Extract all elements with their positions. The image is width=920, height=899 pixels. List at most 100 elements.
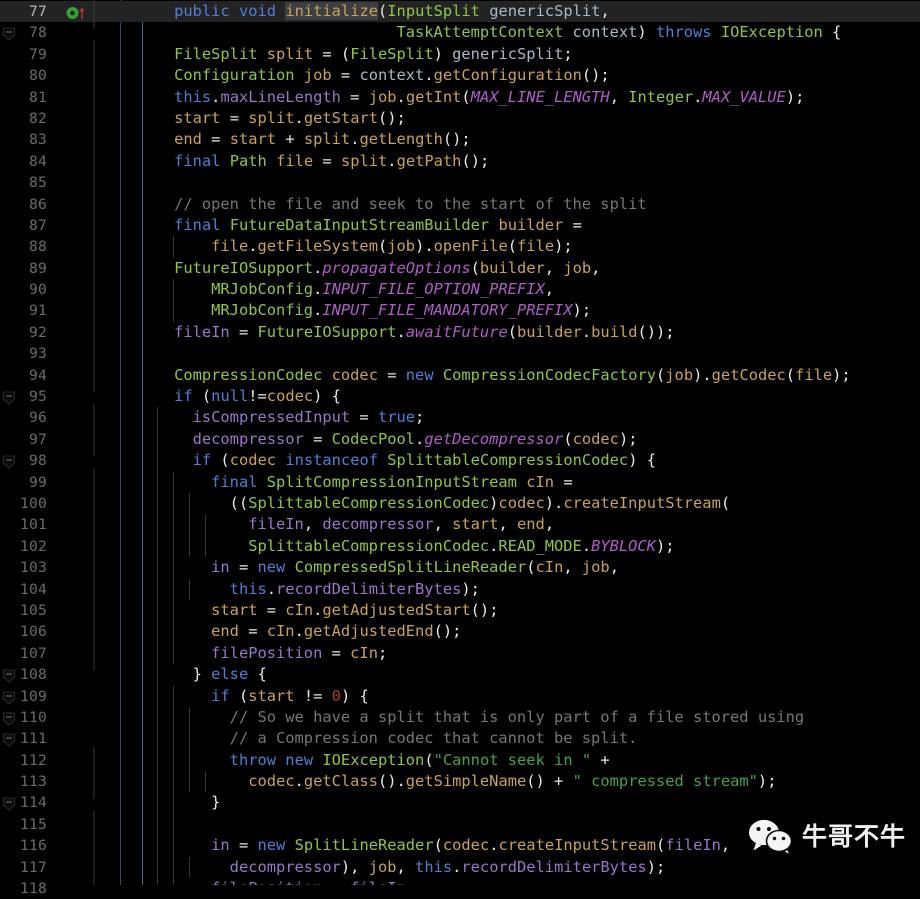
gutter-line[interactable]: 80 — [0, 65, 120, 86]
code-editor[interactable]: 77 78 79 80 81 82 83 84 85 86 87 88 89 90 91 92 93 94 95 96… — [0, 0, 920, 897]
code-line[interactable]: fileIn = FutureIOSupport.awaitFuture(bui… — [120, 321, 920, 344]
code-line[interactable] — [120, 813, 920, 836]
gutter-line[interactable]: 116 — [0, 835, 120, 856]
code-line[interactable]: start = split.getStart(); — [120, 107, 920, 130]
code-line[interactable]: public void initialize(InputSplit generi… — [120, 1, 920, 23]
gutter-line[interactable]: 96 — [0, 407, 120, 428]
gutter-line[interactable]: 83 — [0, 129, 120, 150]
fold-marker[interactable] — [0, 686, 18, 707]
fold-marker[interactable] — [0, 664, 18, 685]
code-line[interactable]: // open the file and seek to the start o… — [120, 193, 920, 215]
code-line[interactable]: final SplitCompressionInputStream cIn = — [120, 471, 920, 493]
code-area[interactable]: public void initialize(InputSplit generi… — [120, 0, 920, 885]
gutter-line[interactable]: 82 — [0, 108, 120, 129]
code-line[interactable]: MRJobConfig.INPUT_FILE_OPTION_PREFIX, — [120, 279, 920, 301]
gutter-line[interactable]: 77 — [0, 1, 120, 23]
code-line[interactable]: ((SplittableCompressionCodec)codec).crea… — [120, 492, 920, 515]
fold-marker[interactable] — [0, 728, 18, 749]
gutter-line[interactable]: 107 — [0, 643, 120, 664]
gutter-line[interactable]: 87 — [0, 215, 120, 236]
gutter-line[interactable]: 91 — [0, 300, 120, 321]
gutter-line[interactable]: 102 — [0, 536, 120, 557]
code-token: = — [229, 836, 258, 855]
code-line[interactable]: final FutureDataInputStreamBuilder build… — [120, 214, 920, 237]
gutter-line[interactable]: 100 — [0, 493, 120, 514]
gutter-line[interactable]: 81 — [0, 87, 120, 108]
code-line[interactable]: FutureIOSupport.propagateOptions(builder… — [120, 257, 920, 280]
gutter-line[interactable]: 88 — [0, 236, 120, 257]
code-line[interactable]: } — [120, 792, 920, 814]
gutter-line[interactable]: 106 — [0, 621, 120, 642]
gutter-line[interactable]: 98 — [0, 450, 120, 471]
fold-marker[interactable] — [0, 707, 18, 728]
gutter-line[interactable]: 111 — [0, 728, 120, 749]
code-token: cIn — [285, 600, 314, 619]
gutter-line[interactable]: 99 — [0, 472, 120, 493]
gutter-line[interactable]: 86 — [0, 194, 120, 215]
code-line[interactable]: FileSplit split = (FileSplit) genericSpl… — [120, 43, 920, 66]
gutter-line[interactable]: 115 — [0, 814, 120, 835]
code-line[interactable]: TaskAttemptContext context) throws IOExc… — [120, 22, 920, 44]
code-line[interactable]: // a Compression codec that cannot be sp… — [120, 728, 920, 750]
gutter-line[interactable]: 93 — [0, 343, 120, 364]
code-line[interactable]: in = new SplitLineReader(codec.createInp… — [120, 835, 920, 857]
code-line[interactable]: MRJobConfig.INPUT_FILE_MANDATORY_PREFIX)… — [120, 300, 920, 322]
gutter-line[interactable]: 101 — [0, 514, 120, 535]
gutter-line[interactable]: 114 — [0, 792, 120, 813]
gutter-line[interactable]: 103 — [0, 557, 120, 578]
code-line[interactable]: decompressor = CodecPool.getDecompressor… — [120, 428, 920, 451]
gutter-line[interactable]: 117 — [0, 857, 120, 878]
code-line[interactable]: start = cIn.getAdjustedStart(); — [120, 599, 920, 622]
editor-gutter[interactable]: 77 78 79 80 81 82 83 84 85 86 87 88 89 90 91 92 93 94 95 96… — [0, 0, 120, 897]
code-line[interactable] — [120, 343, 920, 365]
code-line[interactable]: end = cIn.getAdjustedEnd(); — [120, 621, 920, 643]
gutter-line[interactable]: 112 — [0, 750, 120, 771]
gutter-line[interactable]: 105 — [0, 600, 120, 621]
gutter-line[interactable]: 90 — [0, 279, 120, 300]
fold-marker[interactable] — [0, 792, 18, 813]
gutter-line[interactable]: 118 — [0, 878, 120, 899]
code-line[interactable]: Configuration job = context.getConfigura… — [120, 65, 920, 87]
gutter-line[interactable]: 79 — [0, 44, 120, 65]
gutter-line[interactable]: 89 — [0, 258, 120, 279]
code-line[interactable] — [120, 172, 920, 194]
fold-marker[interactable] — [0, 386, 18, 407]
gutter-line[interactable]: 85 — [0, 172, 120, 193]
gutter-line[interactable]: 95 — [0, 386, 120, 407]
fold-marker[interactable] — [0, 450, 18, 471]
gutter-line[interactable]: 109 — [0, 686, 120, 707]
code-line[interactable]: filePosition = cIn; — [120, 642, 920, 665]
gutter-line[interactable]: 97 — [0, 429, 120, 450]
code-line[interactable]: filePosition = fileIn; — [120, 878, 920, 885]
gutter-line[interactable]: 84 — [0, 151, 120, 172]
gutter-line[interactable]: 92 — [0, 322, 120, 343]
code-line[interactable]: if (codec instanceof SplittableCompressi… — [120, 450, 920, 472]
gutter-line[interactable]: 108 — [0, 664, 120, 685]
code-line[interactable]: this.recordDelimiterBytes); — [120, 578, 920, 600]
code-line[interactable]: CompressionCodec codec = new Compression… — [120, 364, 920, 387]
gutter-line[interactable]: 78 — [0, 22, 120, 43]
code-line[interactable]: end = start + split.getLength(); — [120, 129, 920, 151]
code-line[interactable]: decompressor), job, this.recordDelimiter… — [120, 856, 920, 879]
code-line[interactable]: file.getFileSystem(job).openFile(file); — [120, 236, 920, 258]
code-line[interactable]: fileIn, decompressor, start, end, — [120, 514, 920, 536]
code-line[interactable]: final Path file = split.getPath(); — [120, 150, 920, 173]
code-line[interactable]: } else { — [120, 664, 920, 686]
code-line[interactable]: in = new CompressedSplitLineReader(cIn, … — [120, 557, 920, 579]
code-line[interactable]: if (null!=codec) { — [120, 386, 920, 408]
gutter-line[interactable]: 113 — [0, 771, 120, 792]
code-line[interactable]: codec.getClass().getSimpleName() + " com… — [120, 771, 920, 793]
code-line[interactable]: throw new IOException("Cannot seek in " … — [120, 749, 920, 772]
implements-method-icon[interactable] — [66, 5, 85, 19]
gutter-line[interactable]: 94 — [0, 365, 120, 386]
gutter-line[interactable]: 104 — [0, 579, 120, 600]
code-line[interactable]: this.maxLineLength = job.getInt(MAX_LINE… — [120, 86, 920, 108]
fold-marker[interactable] — [0, 22, 18, 43]
gutter-line[interactable]: 110 — [0, 707, 120, 728]
code-line[interactable]: SplittableCompressionCodec.READ_MODE.BYB… — [120, 535, 920, 558]
code-line[interactable]: // So we have a split that is only part … — [120, 706, 920, 729]
code-line[interactable]: if (start != 0) { — [120, 685, 920, 707]
code-line[interactable]: isCompressedInput = true; — [120, 407, 920, 429]
